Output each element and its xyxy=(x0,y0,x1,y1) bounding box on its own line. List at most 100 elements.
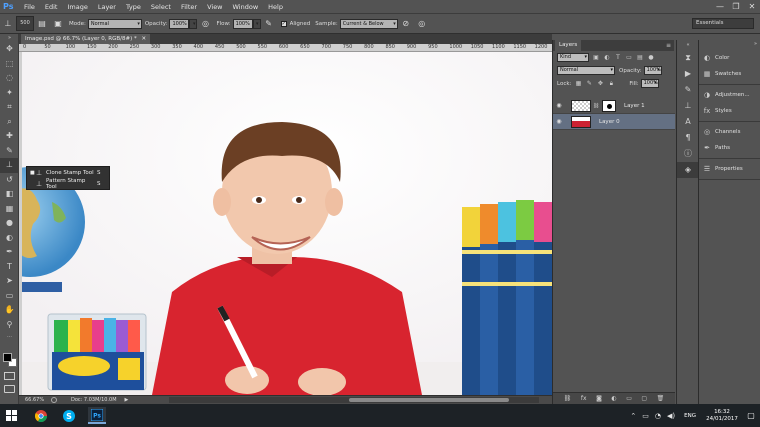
menu-image[interactable]: Image xyxy=(62,0,92,14)
history-brush-tool-icon[interactable]: ↺ xyxy=(0,173,19,188)
status-menu-icon[interactable]: ▶ xyxy=(125,397,129,403)
healing-brush-tool-icon[interactable]: ✚ xyxy=(0,129,19,144)
brush-presets-icon[interactable]: ✎ xyxy=(677,82,699,98)
menu-file[interactable]: File xyxy=(19,0,40,14)
brush-size-picker[interactable]: 500 xyxy=(16,16,34,31)
menu-layer[interactable]: Layer xyxy=(93,0,121,14)
filter-pixel-icon[interactable]: ▣ xyxy=(592,54,600,62)
layer-row-layer-0[interactable]: ◉ Layer 0 xyxy=(553,114,675,130)
battery-icon[interactable]: ▭ xyxy=(642,412,649,420)
pen-tool-icon[interactable]: ✒ xyxy=(0,245,19,260)
paragraph-icon[interactable]: ¶ xyxy=(677,130,699,146)
menu-filter[interactable]: Filter xyxy=(176,0,202,14)
sample-select[interactable]: Current & Below xyxy=(339,18,398,29)
panel-adjustments[interactable]: ◑ Adjustmen... xyxy=(699,87,760,103)
panel-channels[interactable]: ◎ Channels xyxy=(699,124,760,140)
blend-mode-select[interactable]: Normal xyxy=(557,66,615,75)
more-tools-icon[interactable]: … xyxy=(0,332,19,340)
foreground-color-swatch[interactable] xyxy=(3,353,12,362)
flow-slider-toggle[interactable] xyxy=(252,18,261,29)
ignore-adjustment-layers-icon[interactable]: ⊘ xyxy=(400,18,412,30)
wifi-icon[interactable]: ◔ xyxy=(655,412,661,420)
document-tab[interactable]: Image.psd @ 66.7% (Layer 0, RGB/8#) * ✕ xyxy=(21,34,151,44)
fill-input[interactable]: 100% xyxy=(640,79,659,88)
filter-type-icon[interactable]: T xyxy=(614,54,622,62)
history-icon[interactable]: ⧗ xyxy=(677,50,699,66)
type-tool-icon[interactable]: T xyxy=(0,260,19,275)
action-center-icon[interactable]: ▢ xyxy=(742,411,760,420)
zoom-level[interactable]: 66.67% xyxy=(25,397,51,403)
taskbar-clock[interactable]: 16:32 24/01/2017 xyxy=(702,409,742,423)
pressure-opacity-icon[interactable]: ◎ xyxy=(199,18,211,30)
panel-paths[interactable]: ✒ Paths xyxy=(699,140,760,156)
shape-tool-icon[interactable]: ▭ xyxy=(0,289,19,304)
canvas[interactable] xyxy=(22,52,552,395)
new-layer-icon[interactable]: ▢ xyxy=(641,395,647,402)
adjustment-layer-icon[interactable]: ◐ xyxy=(611,395,616,402)
photoshop-taskbar-icon[interactable]: Ps xyxy=(88,407,106,424)
aligned-checkbox[interactable]: ✓ xyxy=(280,20,287,27)
visibility-eye-icon[interactable]: ◉ xyxy=(553,102,565,109)
actions-icon[interactable]: ▶ xyxy=(677,66,699,82)
panel-menu-icon[interactable]: ≡ xyxy=(666,40,671,51)
flyout-item-pattern-stamp[interactable]: ⊥ Pattern Stamp Tool S xyxy=(27,178,109,190)
windows-start-icon[interactable] xyxy=(6,410,17,421)
collapse-panels-icon[interactable]: » xyxy=(699,40,760,48)
delete-layer-icon[interactable]: 🗑︎ xyxy=(657,395,665,402)
path-select-tool-icon[interactable]: ➤ xyxy=(0,274,19,289)
collapse-strip-icon[interactable]: « xyxy=(677,40,699,50)
hand-tool-icon[interactable]: ✋ xyxy=(0,303,19,318)
scroll-thumb[interactable] xyxy=(349,398,509,402)
workspace-select[interactable]: Essentials xyxy=(692,18,754,29)
mask-link-icon[interactable]: ⛓ xyxy=(591,103,601,109)
move-tool-icon[interactable]: ✥ xyxy=(0,42,19,57)
crop-tool-icon[interactable]: ⌗ xyxy=(0,100,19,115)
menu-help[interactable]: Help xyxy=(263,0,288,14)
layer-row-layer-1[interactable]: ◉ ⛓ Layer 1 xyxy=(553,98,675,114)
lock-image-icon[interactable]: ✎ xyxy=(585,80,593,88)
panel-properties[interactable]: ☰ Properties xyxy=(699,161,760,177)
tools-collapse-icon[interactable]: » xyxy=(0,34,19,42)
eraser-tool-icon[interactable]: ◧ xyxy=(0,187,19,202)
chrome-taskbar-icon[interactable] xyxy=(32,407,50,424)
language-indicator[interactable]: ENG xyxy=(684,413,696,419)
panel-color[interactable]: ◐ Color xyxy=(699,50,760,66)
menu-select[interactable]: Select xyxy=(146,0,176,14)
tool-preset-stamp-icon[interactable]: ⊥ xyxy=(2,18,14,30)
pressure-size-icon[interactable]: ◎ xyxy=(416,18,428,30)
lock-position-icon[interactable]: ✥ xyxy=(596,80,604,88)
gradient-tool-icon[interactable]: ▦ xyxy=(0,202,19,217)
lasso-tool-icon[interactable]: ◌ xyxy=(0,71,19,86)
volume-icon[interactable]: ◀) xyxy=(667,412,675,420)
dodge-tool-icon[interactable]: ◐ xyxy=(0,231,19,246)
tab-layers[interactable]: Layers xyxy=(555,40,582,51)
zoom-tool-icon[interactable]: ⚲ xyxy=(0,318,19,333)
kind-filter-select[interactable]: Kind xyxy=(557,53,589,62)
lock-all-icon[interactable]: 🔒︎ xyxy=(607,80,615,88)
filter-shape-icon[interactable]: ▭ xyxy=(625,54,633,62)
minimize-button[interactable]: — xyxy=(712,0,728,14)
quick-mask-icon[interactable] xyxy=(4,372,15,380)
quick-select-tool-icon[interactable]: ✦ xyxy=(0,86,19,101)
flyout-item-clone-stamp[interactable]: ■ ⊥ Clone Stamp Tool S xyxy=(27,167,109,178)
menu-type[interactable]: Type xyxy=(121,0,146,14)
close-tab-icon[interactable]: ✕ xyxy=(141,36,146,42)
layer-opacity-input[interactable]: 100% xyxy=(643,66,662,75)
eyedropper-tool-icon[interactable]: ⌕ xyxy=(0,115,19,130)
screen-mode-icon[interactable] xyxy=(4,385,15,393)
info-icon[interactable]: ⓘ xyxy=(677,146,699,162)
new-group-icon[interactable]: ▭ xyxy=(626,395,632,402)
clone-source-icon[interactable]: ▣ xyxy=(52,18,64,30)
restore-button[interactable]: ❐ xyxy=(728,0,744,14)
close-button[interactable]: ✕ xyxy=(744,0,760,14)
tray-overflow-icon[interactable]: ⌃ xyxy=(630,412,636,420)
flow-input[interactable]: 100% xyxy=(232,18,253,29)
link-layers-icon[interactable]: ⛓ xyxy=(564,395,572,402)
panel-styles[interactable]: fx Styles xyxy=(699,103,760,119)
add-mask-icon[interactable]: ◙ xyxy=(596,395,602,402)
horizontal-scrollbar[interactable] xyxy=(169,397,539,403)
brush-panel-icon[interactable]: ▤ xyxy=(36,18,48,30)
filter-toggle-icon[interactable]: ● xyxy=(647,54,655,62)
airbrush-icon[interactable]: ✎ xyxy=(263,18,275,30)
clone-stamp-tool-icon[interactable]: ⊥ xyxy=(0,158,19,173)
